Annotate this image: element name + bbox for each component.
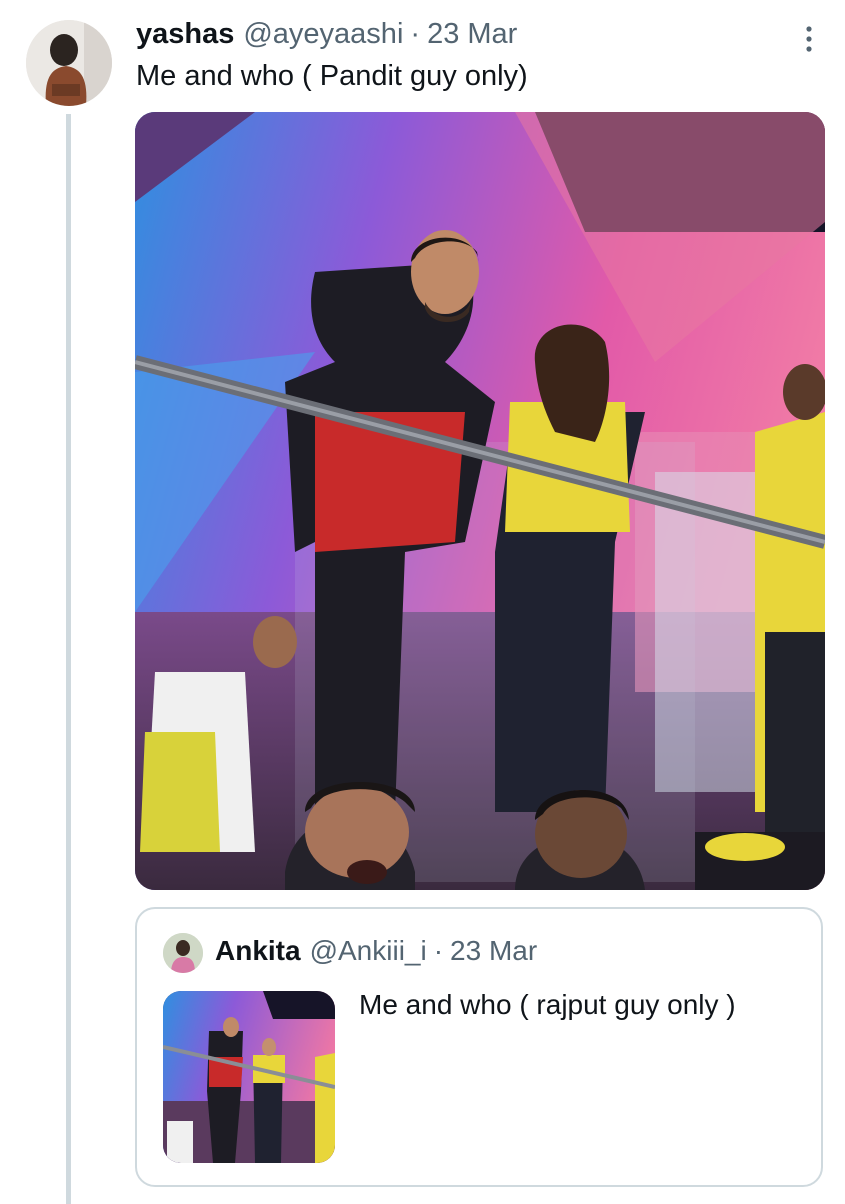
thread-connector-line bbox=[66, 114, 71, 1204]
author-avatar[interactable] bbox=[26, 20, 112, 106]
quoted-author-handle[interactable]: @Ankiii_i bbox=[310, 935, 427, 967]
quoted-tweet-date[interactable]: 23 Mar bbox=[450, 935, 537, 967]
quoted-author-name[interactable]: Ankita bbox=[215, 935, 301, 967]
quoted-tweet-card[interactable]: Ankita @Ankiii_i · 23 Mar Me and who (r… bbox=[135, 907, 823, 1187]
quoted-separator-dot: · bbox=[433, 935, 444, 966]
author-handle[interactable]: @ayeyaashi bbox=[243, 18, 403, 51]
quoted-tweet-thumbnail[interactable] bbox=[163, 991, 335, 1163]
tweet-date[interactable]: 23 Mar bbox=[427, 18, 517, 51]
author-name[interactable]: yashas bbox=[136, 18, 234, 51]
separator-dot: · bbox=[410, 18, 421, 50]
quoted-tweet-text: Me and who ( rajput guy only ) bbox=[359, 989, 736, 1020]
more-vertical-icon[interactable] bbox=[792, 22, 826, 56]
tweet-header: yashas @ayeyaashi · 23 Mar bbox=[136, 18, 785, 56]
quoted-tweet-header: Ankita @Ankiii_i · 23 Mar bbox=[215, 935, 537, 967]
quoted-author-avatar[interactable] bbox=[163, 933, 203, 973]
tweet-text: Me and who ( Pandit guy only) bbox=[136, 60, 528, 92]
tweet-photo[interactable] bbox=[135, 112, 825, 890]
